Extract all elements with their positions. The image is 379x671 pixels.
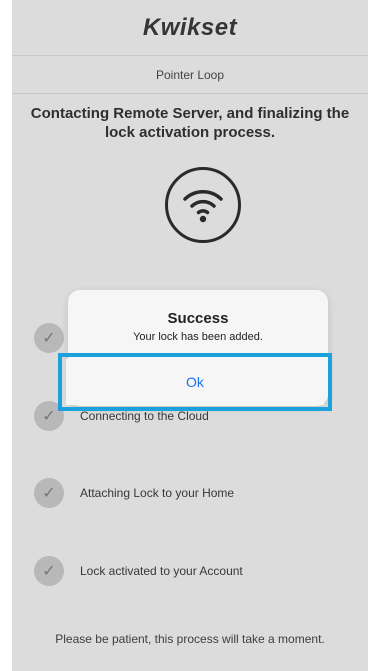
alert-message: Your lock has been added. xyxy=(133,331,263,343)
ok-button[interactable]: Ok xyxy=(66,359,324,405)
alert-title: Success xyxy=(167,310,229,327)
